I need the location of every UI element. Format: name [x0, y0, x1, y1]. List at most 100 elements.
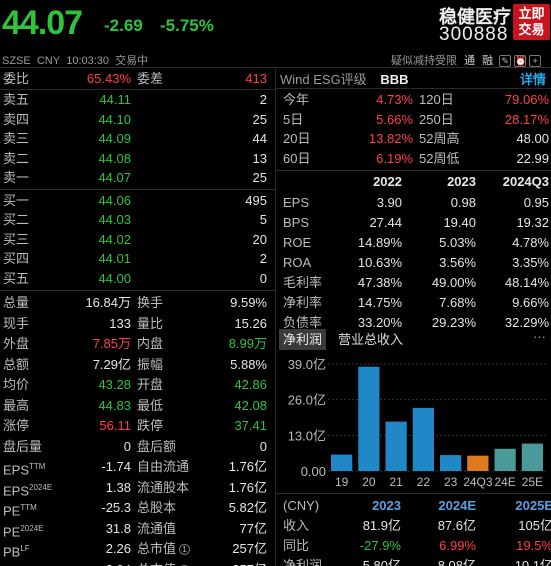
stat-row-0-value2: 9.59% — [230, 295, 267, 310]
order-ratio: 委比 65.43% 委差 413 — [0, 69, 275, 89]
stat-row-4-label2: 开盘 — [137, 377, 164, 392]
rong-badge[interactable]: 融 — [482, 55, 493, 67]
return-label: 今年 — [283, 92, 310, 107]
return-value2: 79.06% — [504, 92, 549, 107]
forecast-value: 81.9亿 — [362, 518, 401, 533]
stat-row-13-label2: 总市值2 — [137, 560, 191, 566]
forecast-value: 105亿 — [518, 518, 551, 533]
forecast-value: -27.9% — [359, 538, 401, 553]
bar-21[interactable] — [385, 421, 407, 471]
esg-label: Wind ESG评级 BBB — [280, 69, 408, 88]
bar-22[interactable] — [412, 407, 434, 471]
return-value: 6.19% — [376, 150, 413, 166]
stat-row-0-label2: 换手 — [137, 295, 164, 310]
stat-row-3-value: 7.29亿 — [92, 356, 131, 372]
stat-row-1-label2: 量比 — [137, 315, 164, 331]
stat-row-3-label2: 振幅 — [137, 356, 164, 372]
forecast-value: 10.1亿 — [514, 558, 551, 566]
edit-icon[interactable]: ✎ — [499, 55, 512, 68]
fin-row-1: BPS 27.44 19.40 19.32 — [276, 213, 551, 233]
tong-badge[interactable]: 通 — [464, 55, 475, 67]
stat-row-1-value: 133 — [109, 315, 131, 331]
stat-row-8-label2: 自由流通 — [137, 459, 190, 474]
forecast-value: 6.99% — [439, 538, 476, 553]
bar-24Q3[interactable] — [467, 455, 489, 471]
fin-value: 14.75% — [357, 295, 402, 310]
bid-row-2-value2: 5 — [259, 212, 267, 227]
tab-revenue[interactable]: 营业总收入 — [334, 329, 407, 350]
alert-icon[interactable]: ⏰ — [514, 55, 526, 68]
stat-row-2-label: 外盘 — [3, 336, 30, 351]
fin-value: 14.89% — [357, 235, 402, 250]
stat-row-7-value: 0 — [123, 438, 131, 454]
fin-row-5: 净利率 14.75% 7.68% 9.66% — [276, 293, 551, 313]
forecast-year-header: 2025E — [515, 498, 551, 513]
ask-row-3-value: 44.09 — [98, 131, 131, 146]
forecast-label: 收入 — [283, 518, 310, 533]
more-icon[interactable]: ··· — [533, 329, 546, 344]
return-row-2: 20日 13.82% 52周高 48.00 — [276, 129, 551, 149]
bid-row-4-label: 买四 — [3, 251, 30, 266]
bid-row-1-value2: 495 — [245, 192, 267, 208]
bid-row-4-value: 44.01 — [98, 251, 131, 266]
bid-row-2-value: 44.03 — [98, 212, 131, 227]
divider — [0, 290, 275, 291]
stat-row-10-value: -25.3 — [101, 500, 131, 515]
stat-row-0-value: 16.84万 — [85, 295, 131, 310]
fin-value: 10.63% — [357, 255, 402, 270]
x-tick-label: 22 — [417, 475, 431, 489]
fin-label: ROA — [283, 255, 312, 270]
return-value: 13.82% — [368, 131, 413, 146]
stat-row-5-value2: 42.08 — [234, 397, 267, 413]
stat-row-11-label2: 流通值 — [137, 520, 177, 536]
fin-value: 9.66% — [512, 295, 549, 310]
ask-row-2: 卖二 44.08 13 — [0, 149, 275, 169]
return-row-3: 60日 6.19% 52周低 22.99 — [276, 149, 551, 169]
fin-row-4: 毛利率 47.38% 49.00% 48.14% — [276, 273, 551, 293]
x-tick-label: 19 — [335, 475, 349, 489]
esg-detail-link[interactable]: 详情 — [520, 69, 546, 88]
bar-23[interactable] — [440, 455, 462, 471]
y-tick-label: 0.00 — [301, 464, 326, 479]
fin-header-row: 2022 2023 2024Q3 — [276, 172, 551, 192]
stat-row-13-value: 2.04 — [106, 560, 131, 566]
ask-row-2-value: 44.08 — [98, 150, 131, 166]
bar-24E[interactable] — [494, 448, 516, 471]
trade-button[interactable]: 立即 交易 — [513, 4, 550, 40]
x-tick-label: 24E — [494, 475, 515, 489]
x-tick-label: 25E — [522, 475, 543, 489]
stat-row-6-label2: 跌停 — [137, 418, 164, 433]
stat-row-8-value2: 1.76亿 — [228, 459, 267, 474]
net-profit-chart: 39.0亿 26.0亿 13.0亿 0.00 19 20 21 22 23 24Q3 24E 25E — [288, 357, 546, 489]
bar-25E[interactable] — [521, 443, 543, 471]
bar-19[interactable] — [331, 454, 353, 471]
stat-row-10-value2: 5.82亿 — [228, 500, 267, 515]
stat-row-9: EPS2024E 1.38 流通股本 1.76亿 — [0, 478, 275, 498]
ask-row-5-label: 卖五 — [3, 92, 30, 107]
x-tick-label: 20 — [362, 475, 376, 489]
stat-row-12-value: 2.26 — [105, 541, 131, 556]
bid-row-1-label: 买一 — [3, 192, 30, 208]
bid-row-3: 买三 44.02 20 — [0, 230, 275, 250]
stat-row-1-value2: 15.26 — [234, 315, 267, 331]
restriction-badge[interactable]: 疑似减持受限 — [391, 55, 457, 67]
return-value: 5.66% — [376, 111, 413, 127]
forecast-value: 19.5% — [516, 538, 551, 553]
forecast-header-row: (CNY) 2023 2024E 2025E — [276, 496, 551, 516]
return-value2: 22.99 — [516, 150, 549, 166]
stat-row-4-label: 均价 — [3, 377, 30, 392]
stat-row-8: EPSTTM -1.74 自由流通 1.76亿 — [0, 457, 275, 477]
stat-row-11: PE2024E 31.8 流通值 77亿 — [0, 519, 275, 539]
stat-row-4-value2: 42.86 — [234, 377, 267, 392]
order-ratio-label: 委比 — [3, 71, 30, 86]
fin-year-header: 2023 — [447, 174, 476, 189]
fin-value: 0.98 — [450, 195, 476, 210]
tab-net-profit[interactable]: 净利润 — [279, 329, 327, 350]
fin-year-header: 2024Q3 — [502, 174, 549, 189]
bar-20[interactable] — [358, 366, 380, 471]
ask-row-3: 卖三 44.09 44 — [0, 129, 275, 149]
esg-label-text: Wind ESG评级 — [280, 72, 367, 87]
add-icon[interactable]: + — [529, 55, 542, 68]
ask-row-2-label: 卖二 — [3, 150, 30, 166]
bid-row-1: 买一 44.06 495 — [0, 191, 275, 211]
